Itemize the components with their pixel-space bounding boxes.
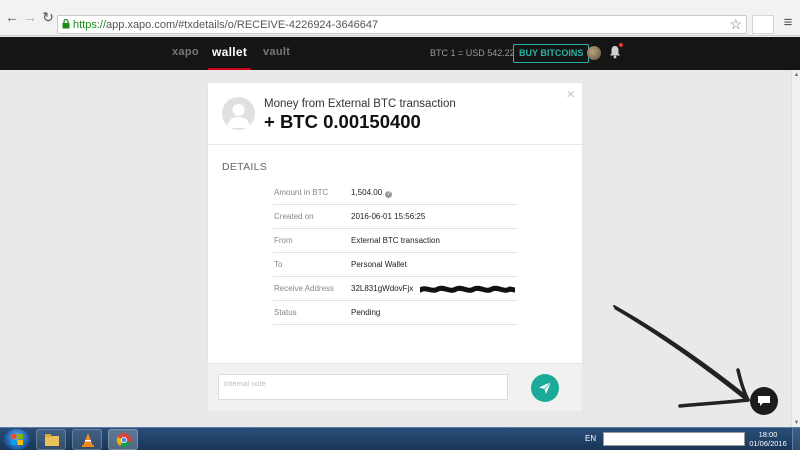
detail-row-address: Receive Address 32L831gWdovFjx xyxy=(273,277,517,301)
transaction-detail-card: × Money from External BTC transaction + … xyxy=(207,82,583,411)
os-taskbar: EN 18:00 01/06/2016 xyxy=(0,427,800,450)
folder-icon xyxy=(45,434,59,446)
send-note-button[interactable] xyxy=(531,374,559,402)
windows-logo-icon xyxy=(11,434,23,445)
btc-rate: BTC 1 = USD 542.22 xyxy=(430,48,515,58)
detail-value: 1,504.00? xyxy=(351,188,393,198)
detail-value: 32L831gWdovFjx xyxy=(351,284,414,293)
detail-row-to: To Personal Wallet xyxy=(273,253,517,277)
transaction-amount: + BTC 0.00150400 xyxy=(264,111,421,132)
address-bar[interactable]: https://app.xapo.com/#txdetails/o/RECEIV… xyxy=(57,15,747,34)
detail-row-amount: Amount in BTC 1,504.00? xyxy=(273,181,517,205)
detail-value: Pending xyxy=(351,308,381,317)
detail-row-status: Status Pending xyxy=(273,301,517,325)
taskbar-search-box[interactable] xyxy=(603,432,745,446)
close-icon[interactable]: × xyxy=(566,87,575,103)
detail-label: Amount in BTC xyxy=(274,188,329,197)
clock-date[interactable]: 01/06/2016 xyxy=(748,439,788,448)
detail-label: Created on xyxy=(274,212,314,221)
redaction-scribble xyxy=(420,285,515,293)
chrome-icon xyxy=(116,433,131,448)
scroll-down-icon[interactable]: ▼ xyxy=(792,420,800,426)
tab-xapo[interactable]: xapo xyxy=(172,37,199,70)
language-indicator[interactable]: EN xyxy=(585,434,596,443)
sender-avatar xyxy=(222,97,255,130)
windows-start-button[interactable] xyxy=(4,429,30,450)
tab-wallet[interactable]: wallet xyxy=(207,37,252,70)
app-header: xapo wallet vault BTC 1 = USD 542.22 BUY… xyxy=(0,37,800,70)
detail-row-created: Created on 2016-06-01 15:56:25 xyxy=(273,205,517,229)
detail-value: Personal Wallet xyxy=(351,260,407,269)
details-heading: DETAILS xyxy=(222,161,268,173)
taskbar-vlc[interactable] xyxy=(72,429,102,450)
arrow-right-icon[interactable]: → xyxy=(22,9,38,25)
chat-bubble-icon xyxy=(758,396,770,406)
url-text: https://app.xapo.com/#txdetails/o/RECEIV… xyxy=(73,19,379,31)
paper-plane-icon xyxy=(539,381,552,394)
note-footer xyxy=(208,363,582,411)
buy-bitcoins-button[interactable]: BUY BITCOINS xyxy=(513,44,590,63)
star-icon[interactable]: ☆ xyxy=(729,16,742,33)
detail-label: From xyxy=(274,236,293,245)
detail-value: 2016-06-01 15:56:25 xyxy=(351,212,426,221)
details-table: Amount in BTC 1,504.00? Created on 2016-… xyxy=(273,181,517,325)
detail-label: Receive Address xyxy=(274,284,335,293)
detail-label: To xyxy=(274,260,283,269)
reload-icon[interactable]: ↻ xyxy=(40,9,56,25)
internal-note-input[interactable] xyxy=(218,374,508,400)
divider xyxy=(208,144,582,145)
clock-time[interactable]: 18:00 xyxy=(748,430,788,439)
chat-button[interactable] xyxy=(750,387,778,415)
extension-slot[interactable] xyxy=(752,15,774,34)
detail-value: External BTC transaction xyxy=(351,236,440,245)
bell-icon[interactable] xyxy=(609,45,621,59)
vlc-cone-icon xyxy=(82,433,94,447)
page-scrollbar[interactable]: ▲ ▼ xyxy=(791,70,800,428)
scroll-up-icon[interactable]: ▲ xyxy=(792,72,800,78)
taskbar-chrome[interactable] xyxy=(108,429,138,450)
hamburger-menu-icon[interactable]: ≡ xyxy=(780,14,796,32)
show-desktop-button[interactable] xyxy=(792,428,800,450)
user-avatar[interactable] xyxy=(587,46,601,60)
detail-row-from: From External BTC transaction xyxy=(273,229,517,253)
tab-vault[interactable]: vault xyxy=(263,37,290,70)
transaction-title: Money from External BTC transaction xyxy=(264,98,456,110)
detail-label: Status xyxy=(274,308,297,317)
arrow-left-icon[interactable]: ← xyxy=(4,9,20,25)
info-icon[interactable]: ? xyxy=(385,191,393,198)
taskbar-explorer[interactable] xyxy=(36,429,66,450)
lock-icon xyxy=(62,19,70,29)
notification-dot xyxy=(619,43,623,47)
browser-toolbar: ← → ↻ https://app.xapo.com/#txdetails/o/… xyxy=(0,0,800,36)
